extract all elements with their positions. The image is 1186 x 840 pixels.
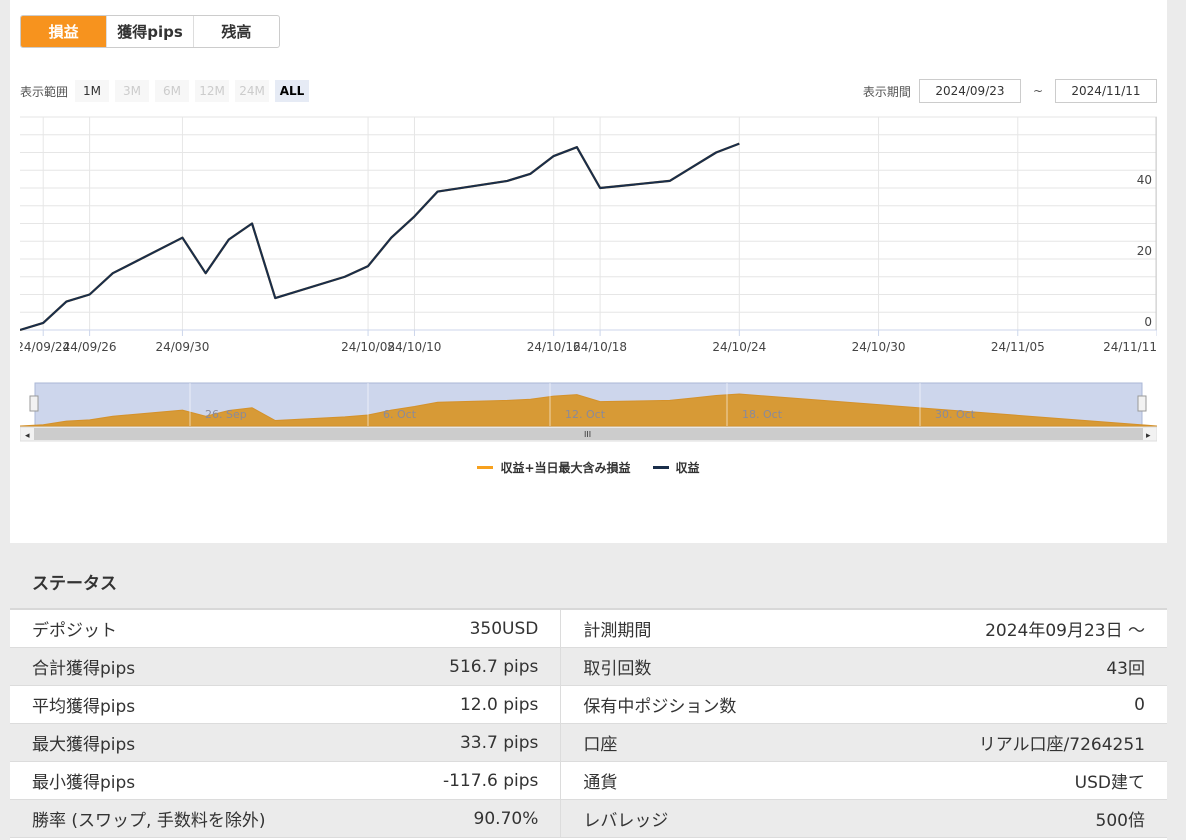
range-24m-button[interactable]: 24M (235, 80, 270, 102)
range-all-button[interactable]: ALL (275, 80, 310, 102)
status-key: デポジット (10, 610, 352, 648)
y-tick-label: 0 (1144, 315, 1152, 329)
x-tick-label: 24/09/30 (155, 340, 209, 354)
status-row: 平均獲得pips 12.0 pips 保有中ポジション数 0 (10, 685, 1167, 724)
scroll-left-arrow: ◂ (25, 431, 30, 441)
x-tick-label: 24/10/24 (712, 340, 766, 354)
x-tick-label: 24/11/05 (991, 340, 1045, 354)
status-panel: ステータス デポジット 350USD 計測期間 2024年09月23日 ～合計獲得pi… (10, 554, 1167, 840)
chart-tabs: 損益 獲得pips 残高 (20, 15, 280, 48)
status-table: デポジット 350USD 計測期間 2024年09月23日 ～合計獲得pips 516.… (10, 610, 1167, 838)
status-title: ステータス (10, 554, 1167, 610)
y-tick-label: 40 (1137, 173, 1152, 187)
status-key: レバレッジ (560, 799, 834, 838)
range-3m-button[interactable]: 3M (115, 80, 150, 102)
status-row: 合計獲得pips 516.7 pips 取引回数 43回 (10, 647, 1167, 686)
navigator-label: 30. Oct (935, 408, 976, 421)
status-value: リアル口座/7264251 (833, 723, 1167, 762)
status-key: 通貨 (560, 761, 834, 800)
status-key: 取引回数 (560, 647, 834, 686)
scrollbar-grip: III (584, 430, 591, 439)
navigator-handle-right (1137, 395, 1147, 412)
legend-swatch-orange (477, 466, 494, 469)
tab-profit[interactable]: 損益 (21, 16, 108, 47)
series-line-drawdown (20, 142, 740, 332)
range-selector: 表示範囲 1M 3M 6M 12M 24M ALL (20, 80, 315, 102)
legend-label: 収益+当日最大含み損益 (500, 461, 631, 475)
status-value: 516.7 pips (352, 647, 562, 686)
period-label: 表示期間 (862, 84, 911, 99)
legend-label: 収益 (675, 461, 700, 475)
navigator-label: 6. Oct (383, 408, 417, 421)
series-line-profit (20, 142, 740, 332)
period-from-input[interactable]: 2024/09/23 (918, 79, 1021, 103)
tab-pips[interactable]: 獲得pips (107, 16, 194, 47)
status-key: 合計獲得pips (10, 647, 352, 686)
status-row: デポジット 350USD 計測期間 2024年09月23日 ～ (10, 610, 1167, 648)
period-separator: ~ (1032, 84, 1043, 98)
status-value: 43回 (833, 647, 1167, 686)
range-12m-button[interactable]: 12M (195, 80, 230, 102)
range-label: 表示範囲 (20, 84, 69, 99)
status-key: 勝率 (スワップ, 手数料を除外) (10, 799, 352, 838)
scroll-right-arrow: ▸ (1146, 431, 1151, 441)
status-value: 33.7 pips (352, 723, 562, 762)
y-tick-label: 20 (1137, 244, 1152, 258)
x-tick-label: 24/11/11 (1103, 340, 1157, 354)
period-selector: 表示期間 2024/09/23 ~ 2024/11/11 (863, 79, 1157, 103)
status-value: -117.6 pips (352, 761, 562, 800)
status-value: 90.70% (352, 799, 562, 838)
navigator-label: 18. Oct (742, 408, 783, 421)
status-value: 350USD (352, 610, 562, 648)
status-value: 2024年09月23日 ～ (833, 610, 1167, 648)
tab-balance[interactable]: 残高 (194, 16, 279, 47)
x-tick-label: 24/09/26 (63, 340, 117, 354)
navigator-handle-left (29, 395, 39, 412)
navigator-chart[interactable]: 26. Sep 6. Oct 12. Oct 18. Oct 30. Oct ◂ ▸ III (20, 380, 1157, 444)
navigator-label: 26. Sep (205, 408, 247, 421)
status-row: 勝率 (スワップ, 手数料を除外) 90.70% レバレッジ 500倍 (10, 799, 1167, 838)
legend-swatch-navy (652, 466, 669, 469)
x-tick-label: 24/10/30 (852, 340, 906, 354)
range-6m-button[interactable]: 6M (155, 80, 190, 102)
status-row: 最大獲得pips 33.7 pips 口座 リアル口座/7264251 (10, 723, 1167, 762)
status-key: 保有中ポジション数 (560, 685, 834, 724)
legend-item-drawdown[interactable]: 収益+当日最大含み損益 (477, 459, 631, 476)
period-to-input[interactable]: 2024/11/11 (1055, 79, 1157, 103)
status-key: 計測期間 (560, 610, 834, 648)
status-value: USD建て (833, 761, 1167, 800)
status-key: 最大獲得pips (10, 723, 352, 762)
status-key: 最小獲得pips (10, 761, 352, 800)
status-value: 12.0 pips (352, 685, 562, 724)
chart-panel: 損益 獲得pips 残高 表示範囲 1M 3M 6M 12M 24M ALL 表… (10, 0, 1167, 543)
status-key: 平均獲得pips (10, 685, 352, 724)
chart-legend: 収益+当日最大含み損益 収益 (10, 459, 1167, 476)
status-value: 0 (833, 685, 1167, 724)
status-row: 最小獲得pips -117.6 pips 通貨 USD建て (10, 761, 1167, 800)
range-1m-button[interactable]: 1M (75, 80, 110, 102)
main-chart: 24/09/2424/09/26 24/09/30 24/10/0824/10/10… (20, 116, 1157, 354)
x-tick-label: 24/10/10 (388, 340, 442, 354)
status-key: 口座 (560, 723, 834, 762)
status-value: 500倍 (833, 799, 1167, 838)
legend-item-profit[interactable]: 収益 (652, 459, 700, 476)
navigator-label: 12. Oct (565, 408, 606, 421)
x-tick-label: 24/10/18 (573, 340, 627, 354)
